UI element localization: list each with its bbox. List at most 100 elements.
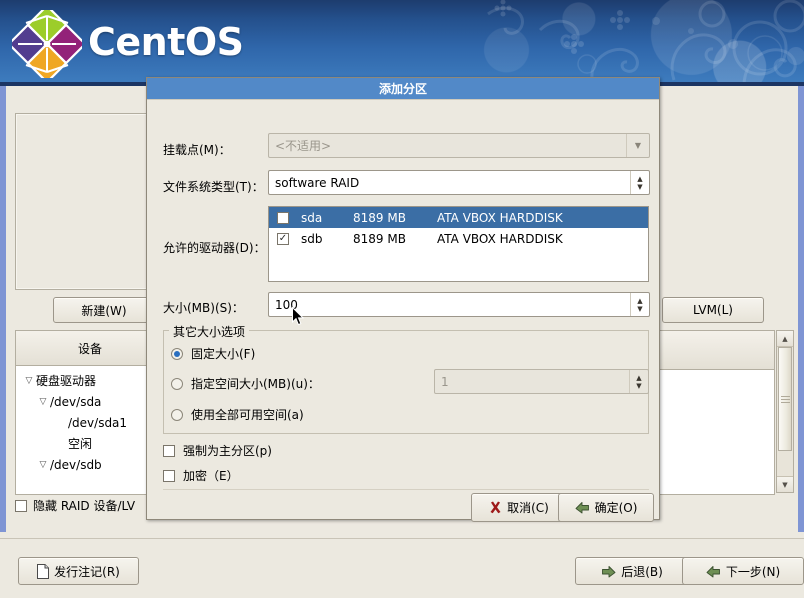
drive-row[interactable]: sda 8189 MB ATA VBOX HARDDISK — [269, 207, 648, 228]
tree-item-label: /dev/sdb — [50, 457, 102, 472]
drive-row[interactable]: ✓ sdb 8189 MB ATA VBOX HARDDISK — [269, 228, 648, 249]
mount-point-combo[interactable]: <不适用> ▼ — [268, 133, 650, 158]
hide-raid-checkbox[interactable] — [15, 499, 27, 512]
size-options-title: 其它大小选项 — [169, 323, 250, 340]
fs-type-combo[interactable]: software RAID ▲ ▼ — [268, 170, 650, 195]
centos-logo-icon — [12, 10, 82, 78]
banner-decoration — [487, 0, 804, 86]
device-tree-header: 设备 — [16, 331, 164, 366]
encrypt-checkbox[interactable] — [163, 469, 175, 482]
drive-name: sda — [301, 210, 323, 225]
chevron-down-icon[interactable]: ▼ — [626, 134, 649, 157]
scrollbar-grip-icon — [780, 394, 790, 405]
encrypt-row[interactable]: 加密（E） — [163, 467, 239, 484]
drive-checkbox[interactable] — [277, 211, 289, 224]
fs-type-label: 文件系统类型(T)： — [163, 180, 264, 194]
encrypt-label: 加密（E） — [183, 469, 239, 483]
mouse-cursor-icon — [292, 307, 304, 326]
cancel-label: 取消(C) — [507, 501, 549, 515]
partition-table-scrollbar[interactable]: ▲ ▼ — [776, 330, 794, 493]
radio-button-icon[interactable] — [171, 377, 183, 390]
mount-point-label: 挂载点(M)： — [163, 143, 231, 157]
allowed-drives-list[interactable]: sda 8189 MB ATA VBOX HARDDISK ✓ sdb 8189… — [268, 206, 649, 282]
centos-installer-window: CentOS 新建(W) LVM(L) 设备 ▽ 硬盘驱动器 ▽ /dev/sd… — [0, 0, 804, 598]
release-notes-button[interactable]: 发行注记(R) — [18, 557, 139, 585]
arrow-right-icon — [706, 565, 720, 577]
radio-button-icon[interactable] — [171, 347, 183, 360]
back-label: 后退(B) — [621, 564, 663, 579]
window-edge-right — [798, 86, 804, 532]
scrollbar-thumb[interactable] — [778, 347, 792, 451]
radio-fixed-size[interactable]: 固定大小(F) — [171, 345, 255, 362]
green-arrow-icon — [575, 502, 589, 514]
radio-fill-all-label: 使用全部可用空间(a) — [191, 408, 304, 422]
red-x-icon — [490, 501, 501, 514]
tree-item-label: 硬盘驱动器 — [36, 374, 97, 388]
device-tree-panel[interactable]: 设备 ▽ 硬盘驱动器 ▽ /dev/sda /dev/sda1 空闲 ▽ /de… — [15, 330, 165, 495]
force-primary-row[interactable]: 强制为主分区(p) — [163, 442, 272, 459]
tree-row[interactable]: ▽ /dev/sdb — [16, 454, 164, 475]
size-input[interactable]: 100 ▲ ▼ — [268, 292, 650, 317]
disk-graphic-panel — [15, 113, 164, 290]
back-button[interactable]: 后退(B) — [575, 557, 689, 585]
expander-icon[interactable]: ▽ — [36, 397, 50, 407]
drive-checkbox[interactable]: ✓ — [277, 232, 289, 245]
triangle-up-icon[interactable]: ▲ — [777, 331, 793, 347]
tree-row[interactable]: ▽ /dev/sda — [16, 391, 164, 412]
tree-row[interactable]: 空闲 — [16, 433, 164, 454]
lvm-button[interactable]: LVM(L) — [662, 297, 764, 323]
next-label: 下一步(N) — [725, 564, 781, 579]
expander-icon[interactable]: ▽ — [22, 376, 36, 386]
dialog-body: 挂载点(M)： <不适用> ▼ 文件系统类型(T)： software RAID… — [147, 100, 659, 522]
brand-title: CentOS — [88, 20, 244, 64]
tree-item-label: 空闲 — [68, 437, 93, 451]
document-icon — [37, 563, 50, 579]
allowed-drives-label: 允许的驱动器(D)： — [163, 241, 266, 255]
radio-fill-all[interactable]: 使用全部可用空间(a) — [171, 406, 304, 423]
drive-model: ATA VBOX HARDDISK — [437, 231, 563, 246]
dialog-separator — [163, 489, 649, 490]
ok-label: 确定(O) — [594, 501, 638, 515]
fs-type-value: software RAID — [275, 175, 360, 190]
force-primary-checkbox[interactable] — [163, 444, 175, 457]
size-label: 大小(MB)(S)： — [163, 301, 244, 315]
spinner-icon[interactable]: ▲ ▼ — [630, 293, 649, 316]
ok-button[interactable]: 确定(O) — [558, 493, 654, 522]
tree-item-label: /dev/sda1 — [68, 415, 128, 430]
mount-point-value: <不适用> — [275, 139, 332, 153]
tree-row[interactable]: /dev/sda1 — [16, 412, 164, 433]
lvm-label: LVM(L) — [693, 303, 733, 317]
partition-table-header — [656, 331, 774, 370]
drive-size: 8189 MB — [353, 231, 406, 246]
radio-fixed-size-label: 固定大小(F) — [191, 347, 256, 361]
drive-size: 8189 MB — [353, 210, 406, 225]
size-value: 100 — [275, 297, 298, 312]
window-edge-left — [0, 86, 6, 532]
radio-specify-size[interactable]: 指定空间大小(MB)(u)： — [171, 375, 320, 392]
new-partition-label: 新建(W) — [81, 303, 127, 318]
add-partition-dialog: 添加分区 挂载点(M)： <不适用> ▼ 文件系统类型(T)： software… — [146, 77, 660, 522]
radio-specify-size-label: 指定空间大小(MB)(u)： — [191, 377, 320, 391]
drive-model: ATA VBOX HARDDISK — [437, 210, 563, 225]
hide-raid-checkbox-row[interactable]: 隐藏 RAID 设备/LV — [15, 497, 135, 514]
release-notes-label: 发行注记(R) — [54, 564, 120, 579]
triangle-down-icon[interactable]: ▼ — [777, 476, 793, 492]
spinner-icon: ▲ ▼ — [629, 370, 648, 393]
bottom-navigation-bar: 发行注记(R) 后退(B) 下一步(N) — [0, 538, 804, 598]
tree-item-label: /dev/sda — [50, 394, 102, 409]
arrow-left-icon — [602, 565, 616, 577]
force-primary-label: 强制为主分区(p) — [183, 444, 272, 458]
tree-row[interactable]: ▽ 硬盘驱动器 — [16, 370, 164, 391]
spinner-icon[interactable]: ▲ ▼ — [630, 171, 649, 194]
dialog-title: 添加分区 — [147, 78, 659, 100]
partition-table-panel[interactable] — [655, 330, 775, 495]
drive-name: sdb — [301, 231, 323, 246]
next-button[interactable]: 下一步(N) — [682, 557, 804, 585]
radio-button-icon[interactable] — [171, 408, 183, 421]
device-tree-list[interactable]: ▽ 硬盘驱动器 ▽ /dev/sda /dev/sda1 空闲 ▽ /dev/s… — [16, 366, 164, 475]
new-partition-button[interactable]: 新建(W) — [53, 297, 155, 323]
specify-size-value: 1 — [441, 374, 449, 389]
cancel-button[interactable]: 取消(C) — [471, 493, 567, 522]
expander-icon[interactable]: ▽ — [36, 460, 50, 470]
hide-raid-label: 隐藏 RAID 设备/LV — [33, 499, 136, 513]
